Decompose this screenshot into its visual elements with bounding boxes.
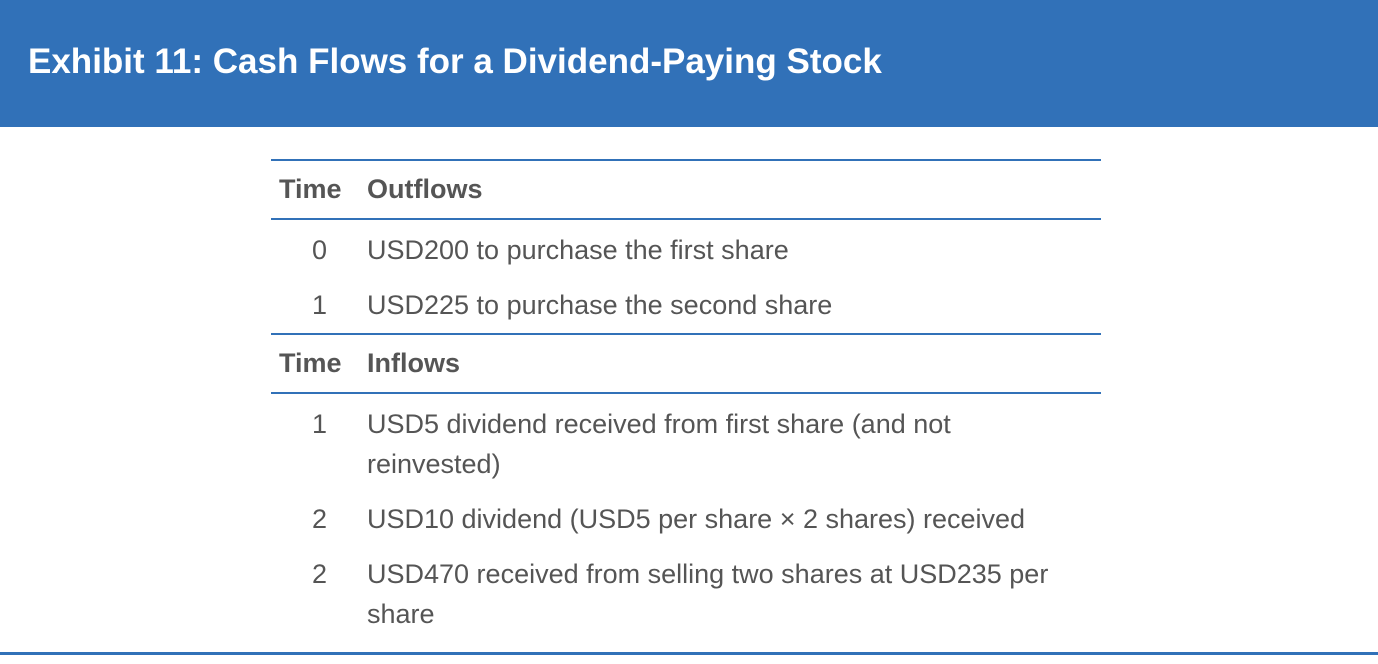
exhibit-title: Exhibit 11: Cash Flows for a Dividend-Pa…: [28, 42, 882, 81]
inflows-label-header: Inflows: [367, 333, 1101, 394]
row-description: USD5 dividend received from first share …: [367, 409, 951, 479]
row-time: 1: [311, 290, 327, 320]
cash-flow-table: Time Outflows 0 USD200 to purchase the f…: [271, 159, 1101, 634]
table-row: 2 USD470 received from selling two share…: [271, 539, 1101, 634]
outflows-time-header: Time: [271, 159, 367, 220]
inflows-header-row: Time Inflows: [271, 333, 1101, 394]
table-row: 1 USD225 to purchase the second share: [271, 270, 1101, 334]
row-description: USD225 to purchase the second share: [367, 290, 833, 320]
row-time: 0: [311, 235, 327, 265]
row-time: 2: [311, 504, 327, 534]
row-description: USD200 to purchase the first share: [367, 235, 789, 265]
row-description: USD10 dividend (USD5 per share × 2 share…: [367, 504, 1026, 534]
cash-flow-table-container: Time Outflows 0 USD200 to purchase the f…: [271, 159, 1101, 634]
table-row: 1 USD5 dividend received from first shar…: [271, 393, 1101, 484]
exhibit-header: Exhibit 11: Cash Flows for a Dividend-Pa…: [0, 0, 1378, 127]
outflows-label-header: Outflows: [367, 159, 1101, 220]
row-time: 1: [311, 409, 327, 439]
bottom-divider: [0, 652, 1378, 655]
inflows-time-header: Time: [271, 333, 367, 394]
outflows-header-row: Time Outflows: [271, 159, 1101, 220]
row-description: USD470 received from selling two shares …: [367, 559, 1049, 629]
row-time: 2: [311, 559, 327, 589]
table-row: 2 USD10 dividend (USD5 per share × 2 sha…: [271, 484, 1101, 539]
table-row: 0 USD200 to purchase the first share: [271, 219, 1101, 270]
